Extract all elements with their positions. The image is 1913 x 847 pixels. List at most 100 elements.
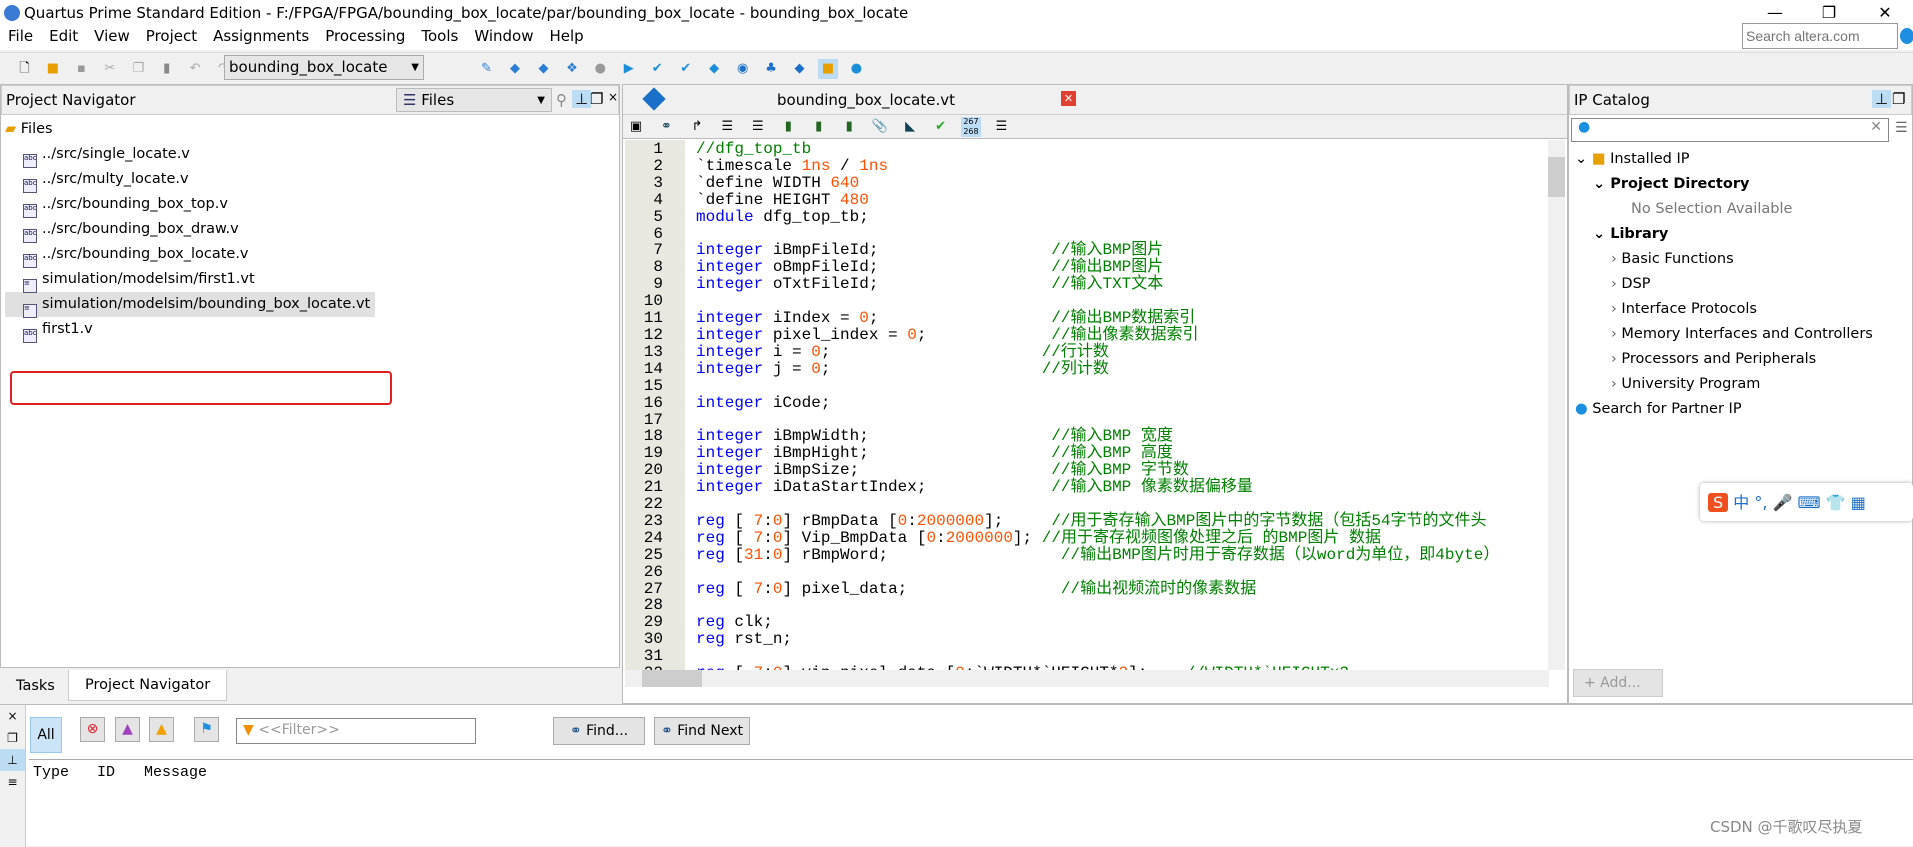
float-icon[interactable]: ❐	[590, 90, 603, 108]
edit-settings-icon[interactable]: ✎	[477, 59, 497, 79]
ip-search-input[interactable]: ● ✕	[1571, 118, 1889, 142]
tab-project-navigator[interactable]: Project Navigator	[68, 670, 228, 701]
column-header-message[interactable]: Message	[144, 764, 207, 781]
close-icon[interactable]: ×	[0, 705, 25, 727]
copy-icon[interactable]: ❐	[128, 59, 148, 79]
close-tab-icon[interactable]: ✕	[1061, 91, 1076, 106]
file-item[interactable]: ≡ simulation/modelsim/bounding_box_locate…	[5, 292, 375, 318]
clear-icon[interactable]: ✕	[1870, 119, 1882, 135]
pin-icon[interactable]: ⊥	[0, 749, 25, 771]
pin-icon[interactable]: ⊥	[572, 90, 592, 108]
menu-edit[interactable]: Edit	[41, 22, 86, 50]
wrap-icon[interactable]: ☰	[991, 117, 1011, 137]
menu-help[interactable]: Help	[541, 22, 591, 50]
library-item[interactable]: › DSP	[1575, 272, 1906, 297]
file-item[interactable]: abc ../src/bounding_box_draw.v	[5, 217, 615, 243]
paste-icon[interactable]: ▮	[157, 59, 177, 79]
find-next-button[interactable]: ⚭ Find Next	[654, 717, 750, 745]
message-filter-input[interactable]: ▼ <<Filter>>	[236, 718, 476, 744]
column-header-type[interactable]: Type	[33, 764, 69, 781]
file-item[interactable]: abc ../src/bounding_box_top.v	[5, 192, 615, 218]
programmer-icon[interactable]: ◆	[790, 59, 810, 79]
stop-icon[interactable]: ●	[590, 59, 610, 79]
goto-icon[interactable]: ↱	[687, 117, 707, 137]
project-select[interactable]: bounding_box_locate ▼	[224, 55, 424, 80]
close-icon[interactable]: ×	[608, 90, 618, 104]
menu-tools[interactable]: Tools	[413, 22, 466, 50]
menu-view[interactable]: View	[86, 22, 138, 50]
view-select[interactable]: ☰ Files ▼	[396, 88, 552, 112]
find-button[interactable]: ⚭ Find...	[553, 717, 645, 745]
file-item[interactable]: abc first1.v	[5, 317, 615, 343]
add-ip-button[interactable]: + Add...	[1573, 669, 1663, 697]
horizontal-scrollbar[interactable]	[625, 670, 1549, 687]
menu-assignments[interactable]: Assignments	[205, 22, 317, 50]
search-altera-input[interactable]	[1742, 23, 1898, 49]
save-icon[interactable]: ▪	[71, 59, 91, 79]
selection-highlight-box	[10, 371, 392, 405]
ime-toolbar[interactable]: S 中 °, 🎤 ⌨ 👕 ▦	[1700, 483, 1913, 521]
line-numbers-icon[interactable]: 267 268	[960, 117, 981, 137]
find-icon[interactable]: ⚭	[656, 117, 676, 137]
comment-icon[interactable]: ◣	[900, 117, 920, 137]
ip-catalog-icon[interactable]: ■	[817, 59, 838, 79]
column-header-id[interactable]: ID	[97, 764, 115, 781]
library-item[interactable]: › Interface Protocols	[1575, 297, 1906, 322]
tree-installed-ip[interactable]: ⌄ ■ Installed IP	[1575, 147, 1906, 172]
check-icon[interactable]: ✔	[931, 117, 951, 137]
cut-icon[interactable]: ✂	[100, 59, 120, 79]
unindent-icon[interactable]: ☰	[748, 117, 768, 137]
analyze-timing-icon[interactable]: ✔	[647, 59, 667, 79]
indent-icon[interactable]: ☰	[717, 117, 737, 137]
compile-icon[interactable]: ▶	[619, 59, 639, 79]
tab-tasks[interactable]: Tasks	[4, 672, 67, 700]
timequest-icon[interactable]: ◉	[733, 59, 753, 79]
file-item[interactable]: ≡ simulation/modelsim/first1.vt	[5, 267, 615, 293]
menu-processing[interactable]: Processing	[317, 22, 413, 50]
pin-icon[interactable]: ⊥	[1872, 90, 1892, 108]
open-folder-icon[interactable]: ■	[43, 59, 63, 79]
synthesis-icon[interactable]: ❖	[562, 59, 582, 79]
new-file-icon[interactable]: 🗋	[14, 59, 34, 79]
help-chat-icon[interactable]: ●	[846, 59, 866, 79]
analysis-icon[interactable]: ◆	[505, 59, 525, 79]
file-item[interactable]: abc ../src/multy_locate.v	[5, 167, 615, 193]
library-item[interactable]: › Memory Interfaces and Controllers	[1575, 322, 1906, 347]
code-area[interactable]: //dfg_top_tb `timescale 1ns / 1ns `define …	[696, 140, 1552, 670]
filter-flag-button[interactable]: ⚑	[194, 717, 219, 742]
library-item[interactable]: › University Program	[1575, 372, 1906, 397]
assembler-icon[interactable]: ◆	[704, 59, 724, 79]
library-item[interactable]: › Processors and Peripherals	[1575, 347, 1906, 372]
toggle-icon[interactable]: ▣	[626, 117, 646, 137]
globe-icon[interactable]	[1900, 28, 1913, 44]
filter-critical-warning-button[interactable]: ▲	[115, 717, 140, 742]
filter-error-button[interactable]: ⊗	[80, 717, 105, 742]
file-item[interactable]: abc ../src/single_locate.v	[5, 142, 615, 168]
menu-file[interactable]: File	[0, 22, 41, 50]
elaboration-icon[interactable]: ◆	[533, 59, 553, 79]
file-item[interactable]: abc ../src/bounding_box_locate.v	[5, 242, 615, 268]
editor-tab[interactable]: bounding_box_locate.vt	[777, 91, 955, 109]
undo-icon[interactable]: ↶	[185, 59, 205, 79]
menu-icon[interactable]: ☰	[1895, 120, 1908, 136]
next-bookmark-icon[interactable]: ▮	[809, 117, 829, 137]
float-icon[interactable]: ❐	[0, 727, 25, 749]
search-partner-ip[interactable]: ● Search for Partner IP	[1575, 397, 1906, 422]
menu-icon[interactable]: ≡	[0, 771, 25, 793]
tree-root-files[interactable]: ▰ Files	[5, 117, 615, 142]
attach-icon[interactable]: 📎	[870, 117, 890, 137]
filter-all-button[interactable]: All	[30, 717, 62, 753]
float-icon[interactable]: ❐	[1892, 90, 1905, 108]
tree-project-directory[interactable]: ⌄ Project Directory	[1575, 172, 1906, 197]
menu-project[interactable]: Project	[138, 22, 205, 50]
filter-warning-button[interactable]: ▲	[149, 717, 174, 742]
timing-icon[interactable]: ✔	[676, 59, 696, 79]
bookmark-icon[interactable]: ▮	[778, 117, 798, 137]
vertical-scrollbar[interactable]	[1548, 140, 1565, 670]
library-item[interactable]: › Basic Functions	[1575, 247, 1906, 272]
search-icon[interactable]: ⚲	[556, 91, 567, 109]
tree-library[interactable]: ⌄ Library	[1575, 222, 1906, 247]
netlist-icon[interactable]: ♣	[761, 59, 781, 79]
menu-window[interactable]: Window	[466, 22, 541, 50]
prev-bookmark-icon[interactable]: ▮	[839, 117, 859, 137]
